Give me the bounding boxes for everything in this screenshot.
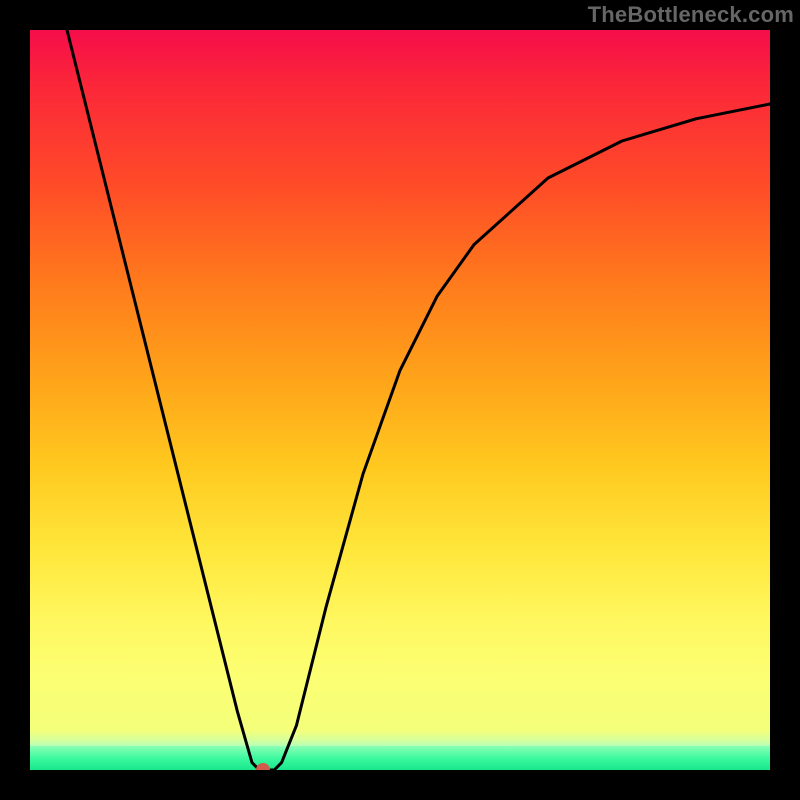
min-marker-dot [256,763,270,770]
curve-path [67,30,770,770]
bottleneck-curve [30,30,770,770]
watermark-text: TheBottleneck.com [588,2,794,28]
chart-frame: TheBottleneck.com [0,0,800,800]
plot-area [30,30,770,770]
